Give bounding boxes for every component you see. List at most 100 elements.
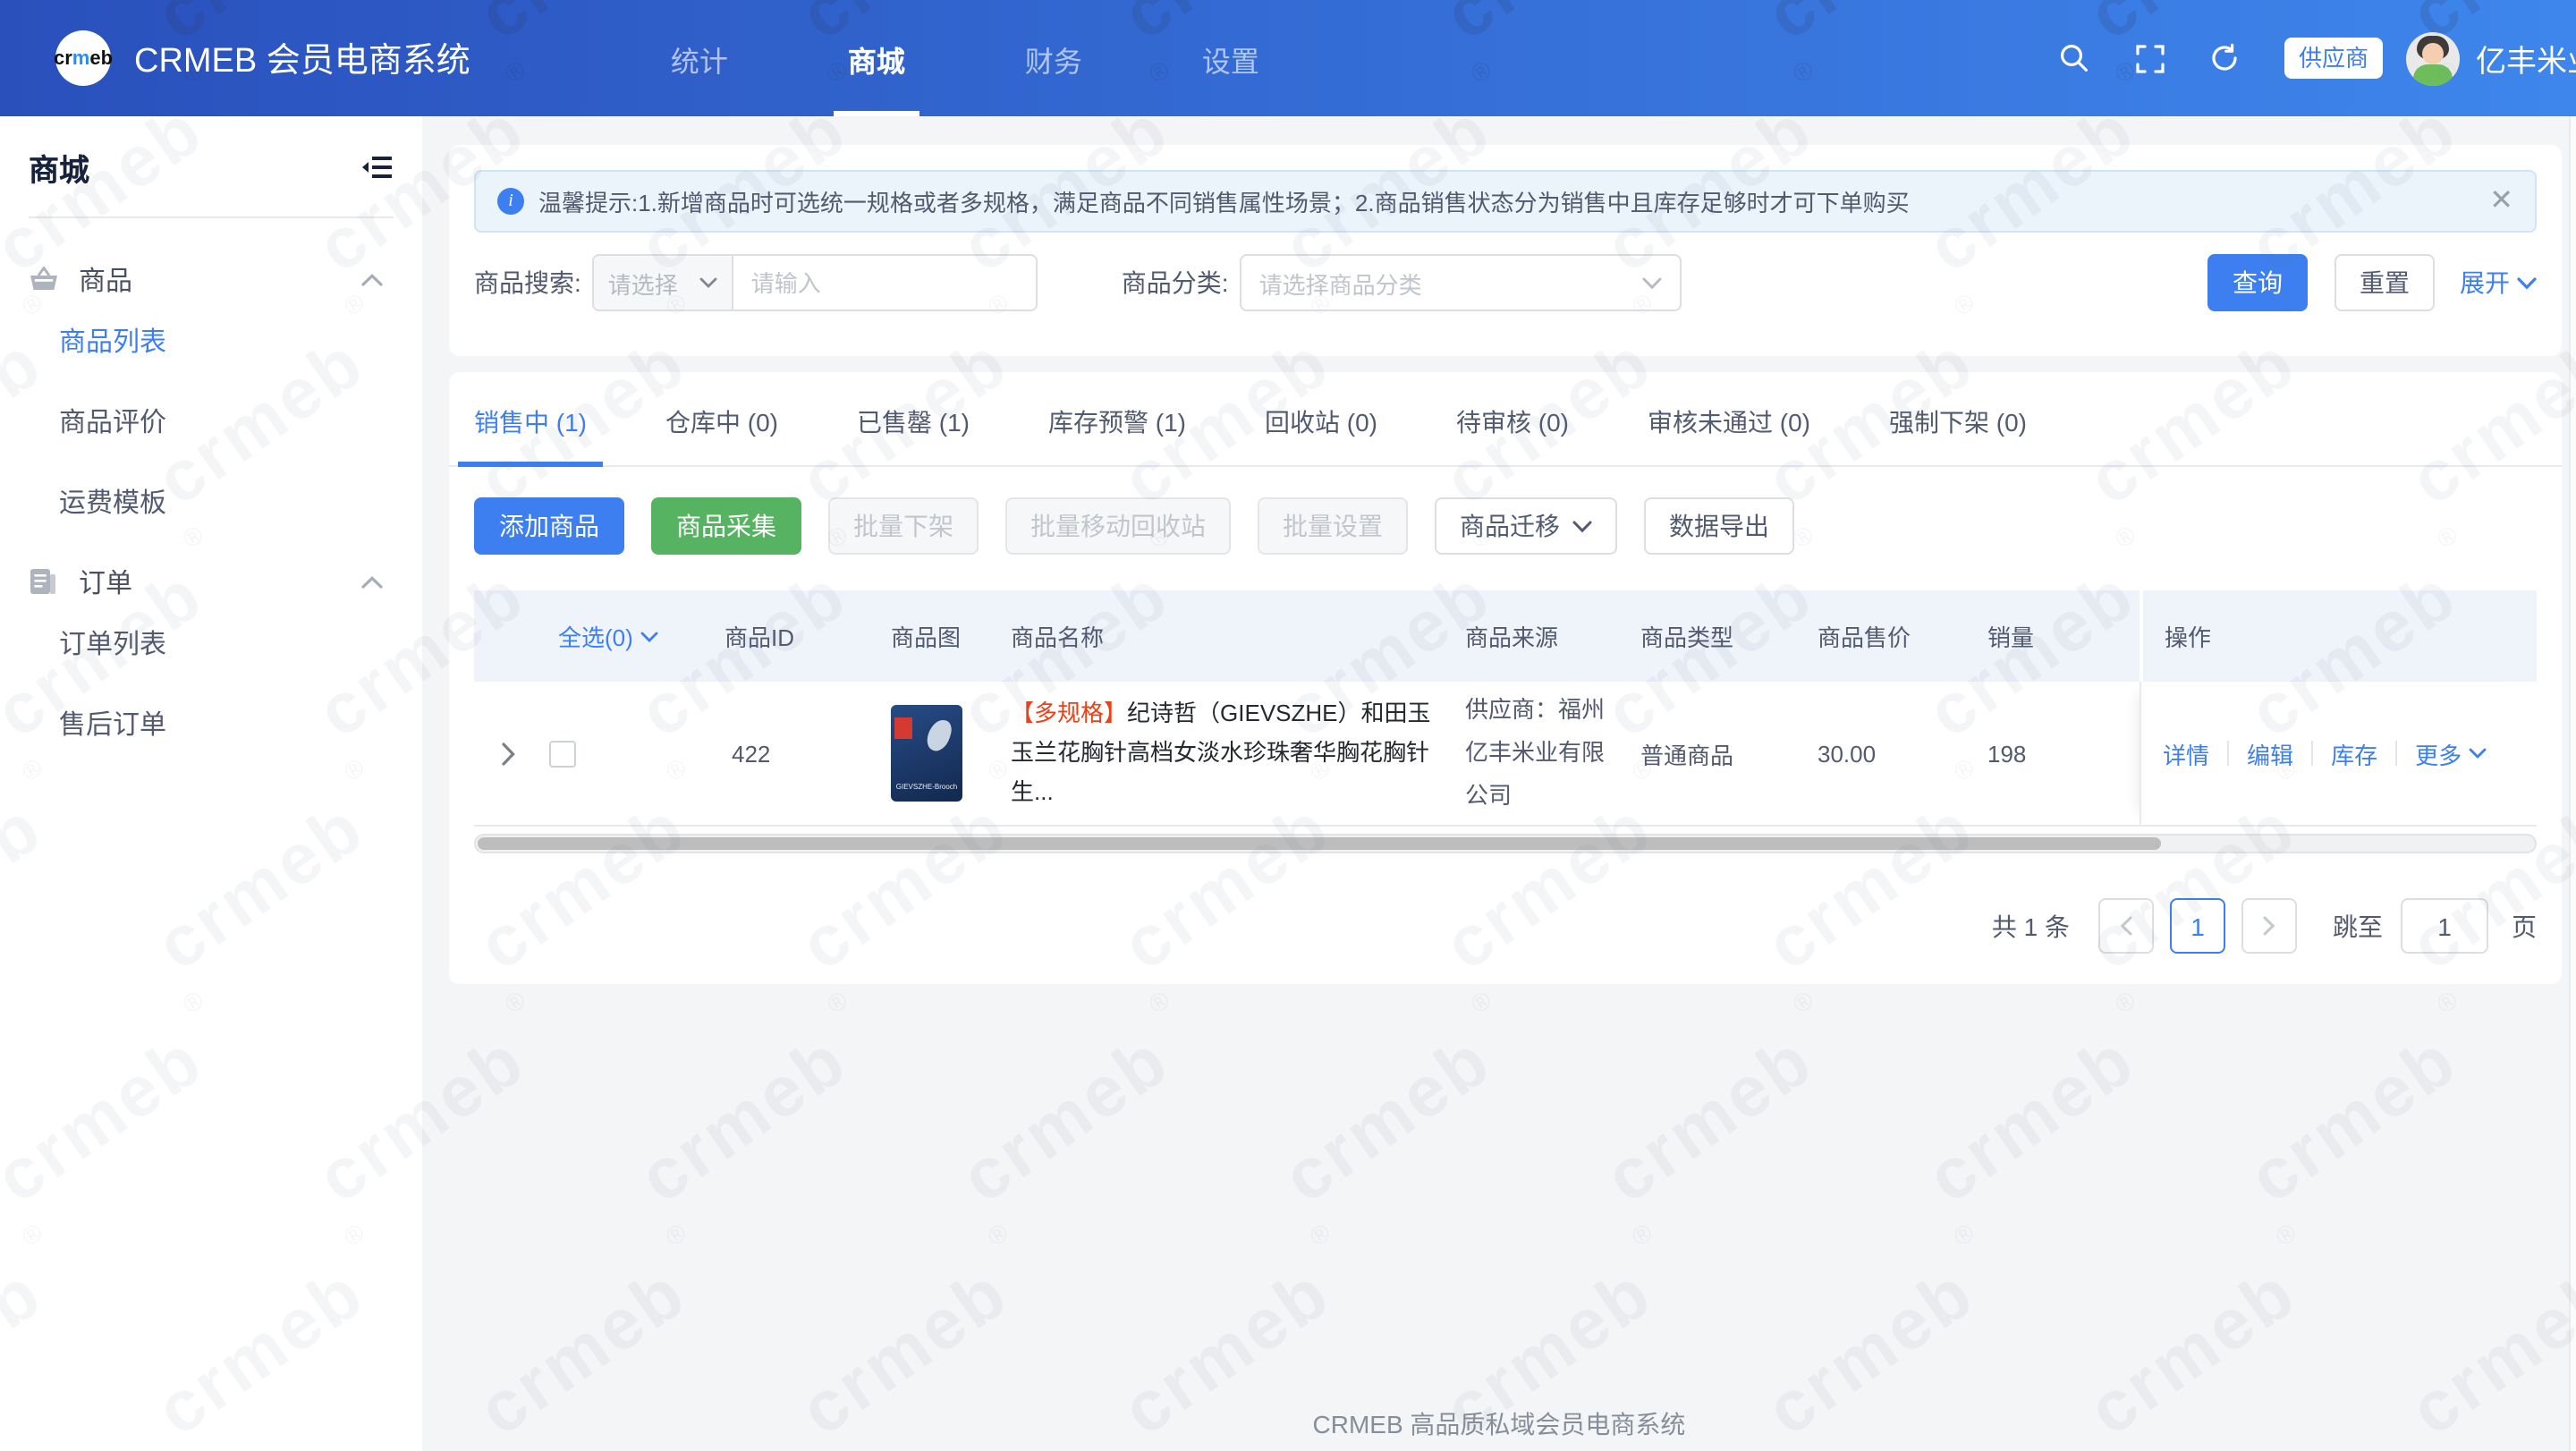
- info-icon: i: [497, 188, 524, 215]
- row-checkbox[interactable]: [549, 740, 576, 767]
- batch-settings-button[interactable]: 批量设置: [1258, 497, 1408, 555]
- sidebar-item-order-list[interactable]: 订单列表: [59, 624, 250, 662]
- sidebar-item-aftersale-orders[interactable]: 售后订单: [59, 705, 250, 742]
- col-header-product-source: 商品来源: [1458, 619, 1631, 653]
- data-export-button[interactable]: 数据导出: [1644, 497, 1794, 555]
- nav-mall[interactable]: 商城: [848, 0, 905, 116]
- cell-product-id: 422: [698, 740, 871, 767]
- tab-on-sale[interactable]: 销售中 (1): [458, 404, 603, 465]
- refresh-icon[interactable]: [2209, 42, 2241, 74]
- app-title: CRMEB 会员电商系统: [134, 34, 470, 82]
- close-icon[interactable]: ✕: [2489, 187, 2513, 216]
- sidebar: 商城 商品 商品列表 商品评价 运费模板: [0, 116, 422, 1451]
- nav-finance[interactable]: 财务: [1025, 0, 1082, 116]
- next-page-button[interactable]: [2241, 898, 2297, 954]
- cell-product-source: 供应商：福州亿丰米业有限公司: [1465, 689, 1615, 818]
- jump-to-label: 跳至: [2333, 908, 2383, 944]
- username[interactable]: 亿丰米业: [2476, 36, 2576, 81]
- chevron-up-icon[interactable]: [361, 575, 383, 588]
- sidebar-item-product-review[interactable]: 商品评价: [59, 403, 250, 440]
- select-all-control[interactable]: 全选(0): [474, 619, 698, 653]
- search-keyword-input[interactable]: [733, 256, 1036, 310]
- product-migrate-label: 商品迁移: [1460, 508, 1560, 544]
- top-header-bar: crmeb®crmeb®crmeb®crmeb®crmeb®crmeb®crme…: [0, 0, 2576, 116]
- toolbar: 添加商品 商品采集 批量下架 批量移动回收站 批量设置 商品迁移 数据导出: [449, 467, 2562, 555]
- table-header-row: 全选(0) 商品ID 商品图 商品名称 商品来源 商品类型 商品售价 销量 操作: [474, 590, 2537, 682]
- user-avatar[interactable]: [2406, 31, 2460, 85]
- category-placeholder: 请选择商品分类: [1259, 266, 1422, 300]
- col-header-sales: 销量: [1977, 619, 2140, 653]
- cell-product-price: 30.00: [1807, 740, 1977, 767]
- tab-in-warehouse[interactable]: 仓库中 (0): [649, 404, 794, 465]
- tab-sold-out[interactable]: 已售罄 (1): [841, 404, 986, 465]
- more-link[interactable]: 更多: [2415, 736, 2487, 770]
- table-row: 422 GIEVSZHE-Brooch 【多规格】纪诗哲（GIEVSZHE）和田…: [474, 682, 2537, 827]
- detail-link[interactable]: 详情: [2163, 736, 2209, 770]
- col-header-product-name: 商品名称: [987, 619, 1458, 653]
- sidebar-group-goods-header[interactable]: 商品: [0, 258, 422, 301]
- page-suffix-label: 页: [2512, 908, 2537, 944]
- col-header-product-type: 商品类型: [1631, 619, 1807, 653]
- thumb-badge: [894, 717, 912, 739]
- page: crmeb®crmeb®crmeb®crmeb®crmeb®crmeb®crme…: [0, 0, 2576, 1451]
- tab-review-rejected[interactable]: 审核未通过 (0): [1631, 404, 1826, 465]
- category-select[interactable]: 请选择商品分类: [1240, 254, 1682, 311]
- search-type-select[interactable]: 请选择: [594, 256, 733, 310]
- tab-pending-review[interactable]: 待审核 (0): [1440, 404, 1585, 465]
- chevron-down-icon: [1572, 520, 1592, 532]
- sidebar-group-label: 订单: [79, 563, 361, 600]
- horizontal-scrollbar[interactable]: [474, 834, 2537, 853]
- sidebar-group-orders: 订单 订单列表 售后订单: [0, 560, 422, 742]
- search-type-placeholder: 请选择: [608, 266, 678, 300]
- expand-link[interactable]: 展开: [2460, 265, 2537, 301]
- collect-product-button[interactable]: 商品采集: [651, 497, 801, 555]
- chevron-right-icon: [2263, 916, 2275, 936]
- filter-card: i 温馨提示:1.新增商品时可选统一规格或者多规格，满足商品不同销售属性场景；2…: [449, 145, 2562, 356]
- top-nav: 统计 商城 财务 设置: [671, 0, 1259, 116]
- col-header-product-id: 商品ID: [698, 619, 871, 653]
- tab-forced-off[interactable]: 强制下架 (0): [1873, 404, 2043, 465]
- batch-move-recycle-button[interactable]: 批量移动回收站: [1005, 497, 1231, 555]
- sidebar-title: 商城: [29, 145, 89, 190]
- total-count: 共 1 条: [1992, 908, 2070, 944]
- add-product-button[interactable]: 添加商品: [474, 497, 624, 555]
- thumb-flower: [924, 717, 954, 754]
- alert-text: 温馨提示:1.新增商品时可选统一规格或者多规格，满足商品不同销售属性场景；2.商…: [538, 184, 1910, 218]
- collapse-sidebar-icon[interactable]: [361, 153, 394, 182]
- page-number-button[interactable]: 1: [2170, 898, 2225, 954]
- goods-icon: [29, 263, 61, 295]
- cell-product-name[interactable]: 【多规格】纪诗哲（GIEVSZHE）和田玉玉兰花胸针高档女淡水珍珠奢华胸花胸针生…: [1011, 694, 1449, 812]
- vertical-scrollbar[interactable]: [2569, 116, 2576, 1451]
- sidebar-item-freight-template[interactable]: 运费模板: [59, 483, 250, 521]
- main-content: i 温馨提示:1.新增商品时可选统一规格或者多规格，满足商品不同销售属性场景；2…: [422, 116, 2576, 1451]
- reset-button[interactable]: 重置: [2334, 254, 2435, 311]
- stock-link[interactable]: 库存: [2331, 736, 2377, 770]
- col-header-product-price: 商品售价: [1807, 619, 1977, 653]
- scrollbar-thumb[interactable]: [478, 837, 2161, 850]
- search-icon[interactable]: [2059, 42, 2091, 74]
- sidebar-group-orders-header[interactable]: 订单: [0, 560, 422, 603]
- prev-page-button[interactable]: [2098, 898, 2154, 954]
- product-migrate-button[interactable]: 商品迁移: [1435, 497, 1617, 555]
- nav-statistics[interactable]: 统计: [671, 0, 728, 116]
- query-button[interactable]: 查询: [2207, 254, 2308, 311]
- nav-settings[interactable]: 设置: [1202, 0, 1259, 116]
- tab-recycle-bin[interactable]: 回收站 (0): [1249, 404, 1394, 465]
- crmeb-logo: crmeb: [55, 30, 111, 86]
- chevron-down-icon: [640, 631, 658, 641]
- product-thumbnail[interactable]: GIEVSZHE-Brooch: [891, 705, 962, 802]
- action-separator: [2227, 741, 2229, 766]
- merchant-badge[interactable]: 供应商: [2284, 38, 2383, 79]
- batch-off-shelf-button[interactable]: 批量下架: [828, 497, 979, 555]
- chevron-down-icon: [699, 277, 717, 288]
- chevron-up-icon[interactable]: [361, 273, 383, 285]
- tab-stock-warning[interactable]: 库存预警 (1): [1032, 404, 1202, 465]
- sidebar-group-goods: 商品 商品列表 商品评价 运费模板: [0, 258, 422, 521]
- jump-page-input[interactable]: [2401, 898, 2488, 954]
- col-header-product-image: 商品图: [871, 619, 987, 653]
- row-expand-icon[interactable]: [474, 742, 540, 765]
- fullscreen-icon[interactable]: [2134, 42, 2166, 74]
- edit-link[interactable]: 编辑: [2247, 736, 2293, 770]
- product-search-compound: 请选择: [592, 254, 1038, 311]
- sidebar-item-product-list[interactable]: 商品列表: [59, 322, 250, 360]
